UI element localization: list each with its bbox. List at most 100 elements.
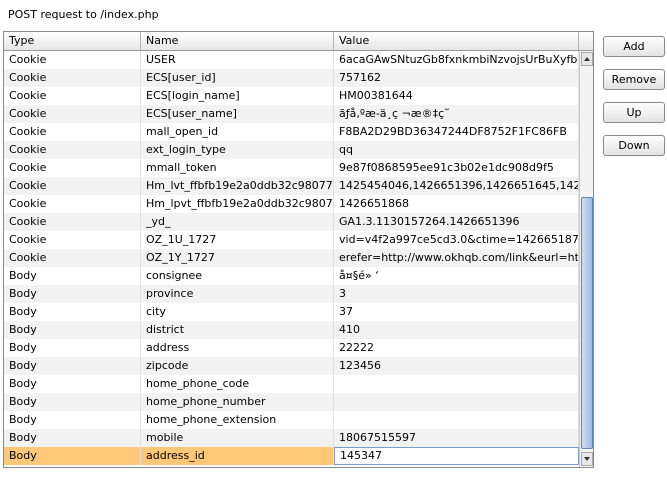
cell-value[interactable]: 410: [334, 321, 579, 339]
cell-name[interactable]: province: [141, 285, 334, 303]
cell-value[interactable]: 757162: [334, 69, 579, 87]
cell-type[interactable]: Body: [4, 447, 141, 465]
cell-value[interactable]: [334, 375, 579, 393]
cell-type[interactable]: Cookie: [4, 249, 141, 267]
table-row[interactable]: Cookie Hm_lpvt_ffbfb19e2a0ddb32c98077... 1…: [4, 195, 579, 213]
column-header-value[interactable]: Value: [334, 32, 579, 50]
cell-type[interactable]: Cookie: [4, 195, 141, 213]
cell-name[interactable]: consignee: [141, 267, 334, 285]
cell-name[interactable]: mall_open_id: [141, 123, 334, 141]
table-row[interactable]: Body home_phone_extension: [4, 411, 579, 429]
cell-name[interactable]: home_phone_extension: [141, 411, 334, 429]
table-row[interactable]: Cookie OZ_1U_1727 vid=v4f2a997ce5cd3.0&cti…: [4, 231, 579, 249]
cell-value[interactable]: [334, 411, 579, 429]
table-row[interactable]: Body consignee å¤§é» ‘: [4, 267, 579, 285]
cell-value[interactable]: 145347: [334, 447, 579, 465]
cell-value[interactable]: qq: [334, 141, 579, 159]
cell-name[interactable]: mmall_token: [141, 159, 334, 177]
cell-type[interactable]: Cookie: [4, 141, 141, 159]
cell-type[interactable]: Body: [4, 321, 141, 339]
down-button[interactable]: Down: [603, 135, 665, 156]
cell-type[interactable]: Cookie: [4, 105, 141, 123]
table-row[interactable]: Cookie ECS[user_name] ãƒå‚ºæ-­ä¸ç ¬æ®‡ç˜: [4, 105, 579, 123]
cell-type[interactable]: Body: [4, 429, 141, 447]
cell-type[interactable]: Cookie: [4, 87, 141, 105]
cell-name[interactable]: Hm_lpvt_ffbfb19e2a0ddb32c98077...: [141, 195, 334, 213]
cell-type[interactable]: Body: [4, 303, 141, 321]
table-row[interactable]: Cookie _yd_ GA1.3.1130157264.1426651396: [4, 213, 579, 231]
cell-name[interactable]: city: [141, 303, 334, 321]
cell-value[interactable]: 37: [334, 303, 579, 321]
table-row[interactable]: Body home_phone_code: [4, 375, 579, 393]
table-row[interactable]: Body zipcode 123456: [4, 357, 579, 375]
table-row[interactable]: Body mobile 18067515597: [4, 429, 579, 447]
cell-name[interactable]: address_id: [141, 447, 334, 465]
scroll-down-icon[interactable]: [581, 452, 593, 466]
cell-value[interactable]: vid=v4f2a997ce5cd3.0&ctime=1426651870&lt…: [334, 231, 579, 249]
table-row[interactable]: Body address_id 145347: [4, 447, 579, 465]
cell-name[interactable]: Hm_lvt_ffbfb19e2a0ddb32c980773...: [141, 177, 334, 195]
cell-type[interactable]: Cookie: [4, 159, 141, 177]
cell-type[interactable]: Cookie: [4, 177, 141, 195]
cell-value[interactable]: 1426651868: [334, 195, 579, 213]
table-row[interactable]: Cookie USER 6acaGAwSNtuzGb8fxnkmbiNzvojsUr…: [4, 51, 579, 69]
column-header-name[interactable]: Name: [141, 32, 334, 50]
table-row[interactable]: Body address 22222: [4, 339, 579, 357]
cell-name[interactable]: OZ_1U_1727: [141, 231, 334, 249]
cell-value[interactable]: 9e87f0868595ee91c3b02e1dc908d9f5: [334, 159, 579, 177]
cell-value[interactable]: erefer=http://www.okhqb.com/link&eurl=ht…: [334, 249, 579, 267]
add-button[interactable]: Add: [603, 36, 665, 57]
cell-value[interactable]: ãƒå‚ºæ-­ä¸ç ¬æ®‡ç˜: [334, 105, 579, 123]
table-row[interactable]: Cookie OZ_1Y_1727 erefer=http://www.okhqb.…: [4, 249, 579, 267]
column-header-type[interactable]: Type: [4, 32, 141, 50]
cell-value[interactable]: å¤§é» ‘: [334, 267, 579, 285]
cell-name[interactable]: ext_login_type: [141, 141, 334, 159]
table-row[interactable]: Body home_phone_number: [4, 393, 579, 411]
remove-button[interactable]: Remove: [603, 69, 665, 90]
cell-type[interactable]: Body: [4, 267, 141, 285]
cell-type[interactable]: Body: [4, 375, 141, 393]
cell-type[interactable]: Cookie: [4, 69, 141, 87]
table-row[interactable]: Cookie ext_login_type qq: [4, 141, 579, 159]
cell-type[interactable]: Cookie: [4, 213, 141, 231]
cell-name[interactable]: ECS[user_id]: [141, 69, 334, 87]
cell-name[interactable]: district: [141, 321, 334, 339]
cell-value[interactable]: 18067515597: [334, 429, 579, 447]
table-row[interactable]: Cookie ECS[user_id] 757162: [4, 69, 579, 87]
cell-type[interactable]: Body: [4, 393, 141, 411]
cell-value[interactable]: 6acaGAwSNtuzGb8fxnkmbiNzvojsUrBuXyfbi6..…: [334, 51, 579, 69]
cell-type[interactable]: Body: [4, 285, 141, 303]
cell-value[interactable]: 22222: [334, 339, 579, 357]
cell-type[interactable]: Cookie: [4, 51, 141, 69]
cell-value[interactable]: 123456: [334, 357, 579, 375]
cell-name[interactable]: ECS[user_name]: [141, 105, 334, 123]
cell-name[interactable]: OZ_1Y_1727: [141, 249, 334, 267]
cell-value[interactable]: HM00381644: [334, 87, 579, 105]
table-row[interactable]: Cookie mall_open_id F8BA2D29BD36347244DF87…: [4, 123, 579, 141]
cell-type[interactable]: Cookie: [4, 231, 141, 249]
cell-name[interactable]: USER: [141, 51, 334, 69]
table-row[interactable]: Cookie mmall_token 9e87f0868595ee91c3b02e1…: [4, 159, 579, 177]
scroll-up-icon[interactable]: [581, 52, 593, 66]
table-row[interactable]: Cookie ECS[login_name] HM00381644: [4, 87, 579, 105]
cell-name[interactable]: ECS[login_name]: [141, 87, 334, 105]
cell-value[interactable]: GA1.3.1130157264.1426651396: [334, 213, 579, 231]
cell-value[interactable]: 3: [334, 285, 579, 303]
cell-value[interactable]: [334, 393, 579, 411]
cell-name[interactable]: home_phone_number: [141, 393, 334, 411]
table-row[interactable]: Body province 3: [4, 285, 579, 303]
table-row[interactable]: Body district 410: [4, 321, 579, 339]
cell-name[interactable]: address: [141, 339, 334, 357]
cell-type[interactable]: Body: [4, 411, 141, 429]
cell-name[interactable]: zipcode: [141, 357, 334, 375]
cell-name[interactable]: home_phone_code: [141, 375, 334, 393]
cell-type[interactable]: Body: [4, 339, 141, 357]
cell-type[interactable]: Body: [4, 357, 141, 375]
vertical-scrollbar[interactable]: [579, 51, 593, 467]
cell-value[interactable]: 1425454046,1426651396,1426651645,142665.…: [334, 177, 579, 195]
cell-name[interactable]: _yd_: [141, 213, 334, 231]
table-row[interactable]: Cookie Hm_lvt_ffbfb19e2a0ddb32c980773... 1…: [4, 177, 579, 195]
table-row[interactable]: Body city 37: [4, 303, 579, 321]
cell-value[interactable]: F8BA2D29BD36347244DF8752F1FC86FB: [334, 123, 579, 141]
cell-type[interactable]: Cookie: [4, 123, 141, 141]
